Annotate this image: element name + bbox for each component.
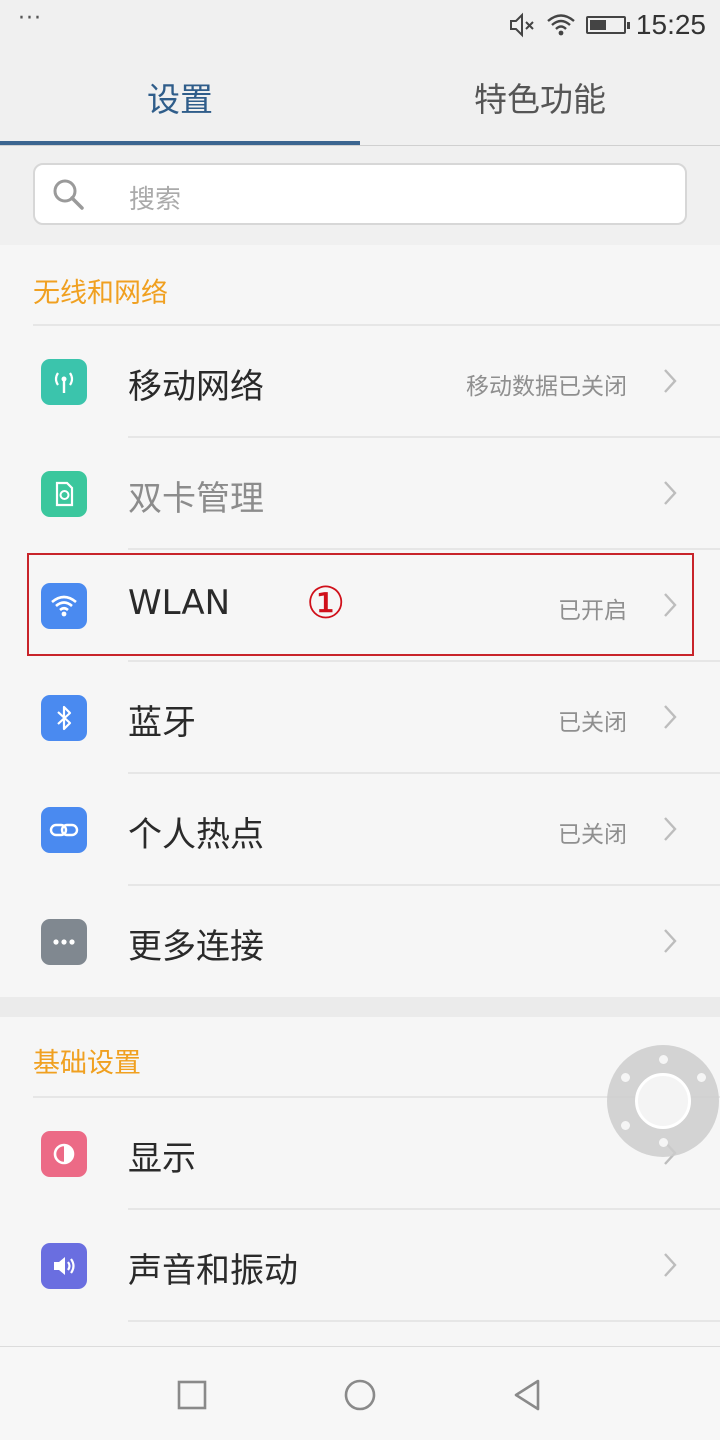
clock: 15:25 — [635, 9, 706, 40]
tab-bar: 设置 特色功能 — [0, 50, 720, 146]
settings-row-more-connections[interactable]: 更多连接 — [0, 885, 720, 997]
float-dot — [621, 1073, 630, 1082]
sim-icon — [41, 471, 87, 517]
row-status: 已关闭 — [558, 710, 627, 736]
search-input[interactable]: 搜索 — [33, 163, 687, 225]
back-button[interactable] — [508, 1375, 548, 1415]
annotation-step-number: ① — [306, 578, 346, 629]
status-bar: ··· 15:25 — [0, 0, 720, 50]
battery-level — [589, 20, 606, 30]
settings-row-mobile-network[interactable]: 移动网络 移动数据已关闭 — [0, 325, 720, 437]
chevron-right-icon — [664, 929, 677, 953]
floating-ball-center — [635, 1073, 691, 1129]
float-dot — [697, 1073, 706, 1082]
row-label: 显示 — [128, 1139, 196, 1179]
notification-dots: ··· — [18, 6, 42, 31]
floating-assistant-ball[interactable] — [607, 1045, 719, 1157]
float-dot — [659, 1138, 668, 1147]
chevron-right-icon — [664, 369, 677, 393]
row-label: 移动网络 — [128, 367, 264, 407]
bluetooth-icon — [41, 695, 87, 741]
hotspot-icon — [41, 807, 87, 853]
settings-row-dual-sim[interactable]: 双卡管理 — [0, 437, 720, 549]
section-separator — [0, 997, 720, 1017]
float-dot — [621, 1121, 630, 1130]
annotation-highlight-box — [27, 553, 694, 656]
chevron-right-icon — [664, 481, 677, 505]
section-title-wireless: 无线和网络 — [33, 278, 168, 309]
home-button[interactable] — [340, 1375, 380, 1415]
search-area: 搜索 — [0, 146, 720, 244]
section-basic-settings: 基础设置 显示 声音和振动 — [0, 1017, 720, 1347]
row-label: 更多连接 — [128, 927, 264, 967]
cellular-icon — [41, 359, 87, 405]
recent-apps-button[interactable] — [172, 1375, 212, 1415]
display-icon — [41, 1131, 87, 1177]
section-title-basic: 基础设置 — [33, 1048, 141, 1079]
chevron-right-icon — [664, 705, 677, 729]
float-dot — [659, 1055, 668, 1064]
battery-icon — [585, 16, 630, 34]
sound-icon — [41, 1243, 87, 1289]
tab-settings[interactable]: 设置 — [0, 50, 360, 144]
settings-row-bluetooth[interactable]: 蓝牙 已关闭 — [0, 661, 720, 773]
settings-row-hotspot[interactable]: 个人热点 已关闭 — [0, 773, 720, 885]
search-icon — [53, 179, 84, 210]
chevron-right-icon — [664, 1253, 677, 1277]
row-label: 蓝牙 — [128, 703, 196, 743]
row-label: 个人热点 — [128, 815, 264, 855]
navigation-bar — [0, 1346, 720, 1440]
row-label: 声音和振动 — [128, 1251, 298, 1291]
chevron-right-icon — [664, 817, 677, 841]
divider — [128, 1320, 720, 1322]
row-status: 已关闭 — [558, 822, 627, 848]
settings-row-sound-vibration[interactable]: 声音和振动 — [0, 1209, 720, 1321]
row-label: 双卡管理 — [128, 479, 264, 519]
mute-icon — [509, 12, 534, 38]
search-placeholder: 搜索 — [129, 185, 182, 215]
row-status: 移动数据已关闭 — [466, 374, 627, 400]
more-icon — [41, 919, 87, 965]
status-icons: 15:25 — [508, 6, 706, 44]
tab-features[interactable]: 特色功能 — [360, 50, 720, 144]
wifi-icon — [547, 14, 575, 36]
